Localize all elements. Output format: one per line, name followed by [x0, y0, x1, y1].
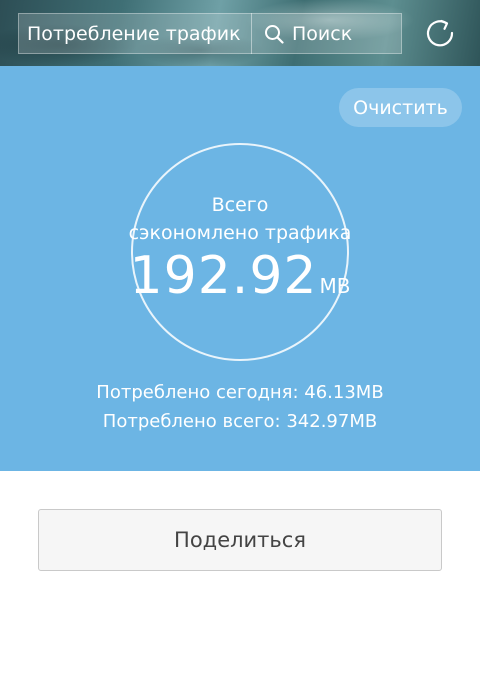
- page-title: Потребление трафик: [27, 22, 241, 45]
- share-button[interactable]: Поделиться: [38, 509, 442, 571]
- search-icon: [265, 24, 284, 44]
- traffic-stats-panel: Очистить Всего сэкономлено трафика 192.9…: [0, 66, 480, 471]
- clear-button[interactable]: Очистить: [339, 88, 462, 127]
- refresh-icon[interactable]: [424, 17, 456, 49]
- address-bar[interactable]: Потребление трафик Поиск: [18, 13, 402, 54]
- search-field[interactable]: Поиск: [252, 14, 401, 53]
- saved-caption-line1: Всего: [211, 194, 269, 216]
- consumed-today: Потреблено сегодня: 46.13MB: [96, 382, 384, 403]
- saved-amount: 192.92 MB: [0, 246, 480, 306]
- search-label: Поиск: [292, 22, 353, 45]
- top-bar: Потребление трафик Поиск: [0, 0, 480, 66]
- consumed-total: Потреблено всего: 342.97MB: [102, 411, 378, 432]
- saved-caption-line2: сэкономлено трафика: [128, 222, 352, 244]
- saved-value: 192.92: [129, 246, 318, 306]
- saved-unit: MB: [319, 274, 351, 298]
